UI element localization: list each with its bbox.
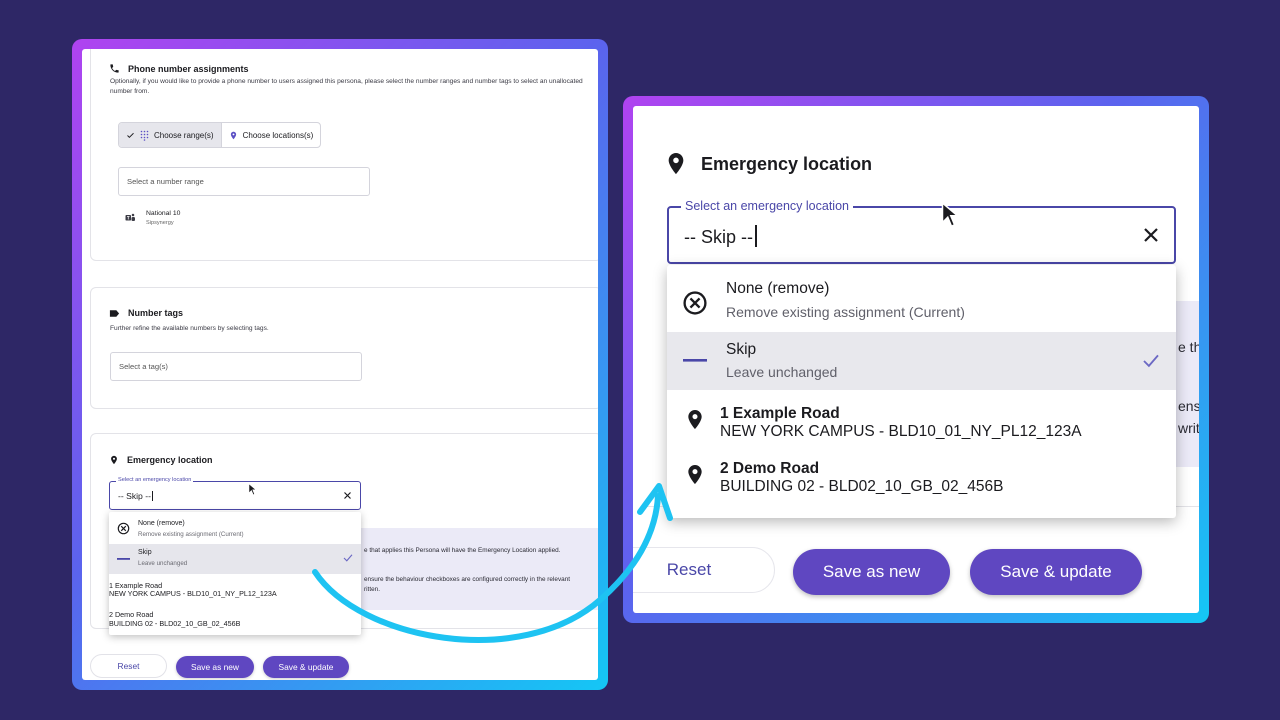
- curved-arrow: [312, 483, 673, 643]
